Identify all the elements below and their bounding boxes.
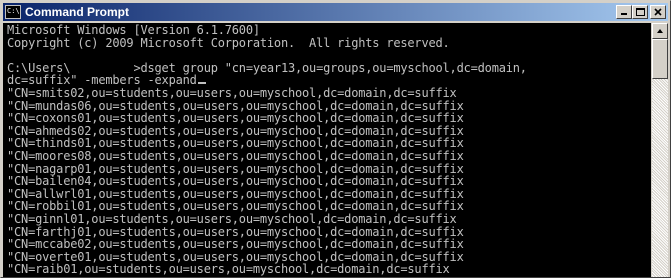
console-line: "CN=raib01,ou=students,ou=users,ou=mysch… xyxy=(7,263,527,276)
console-icon[interactable] xyxy=(5,5,21,19)
arrow-up-icon xyxy=(657,29,663,33)
command-prompt-window: Command Prompt Microsoft Windows [Versio… xyxy=(0,0,671,278)
minimize-button[interactable] xyxy=(616,5,632,19)
window-title: Command Prompt xyxy=(25,5,130,19)
vertical-scrollbar[interactable] xyxy=(652,23,668,277)
window-controls xyxy=(616,5,666,19)
console-line: Copyright (c) 2009 Microsoft Corporation… xyxy=(7,35,527,50)
scroll-thumb[interactable] xyxy=(652,39,668,79)
title-bar[interactable]: Command Prompt xyxy=(3,3,668,21)
close-icon xyxy=(654,8,662,16)
scroll-up-button[interactable] xyxy=(652,23,668,39)
close-button[interactable] xyxy=(650,5,666,19)
console-line-text: "CN=raib01,ou=students,ou=users,ou=mysch… xyxy=(7,262,450,277)
console-lines: Microsoft Windows [Version 6.1.7600] Copy… xyxy=(7,24,527,276)
minimize-icon xyxy=(621,13,627,15)
maximize-icon xyxy=(636,8,645,16)
console-line-text: Copyright (c) 2009 Microsoft Corporation… xyxy=(7,35,450,50)
text-cursor xyxy=(197,82,206,85)
maximize-button[interactable] xyxy=(632,5,648,19)
console-output[interactable]: Microsoft Windows [Version 6.1.7600] Copy… xyxy=(3,23,651,277)
